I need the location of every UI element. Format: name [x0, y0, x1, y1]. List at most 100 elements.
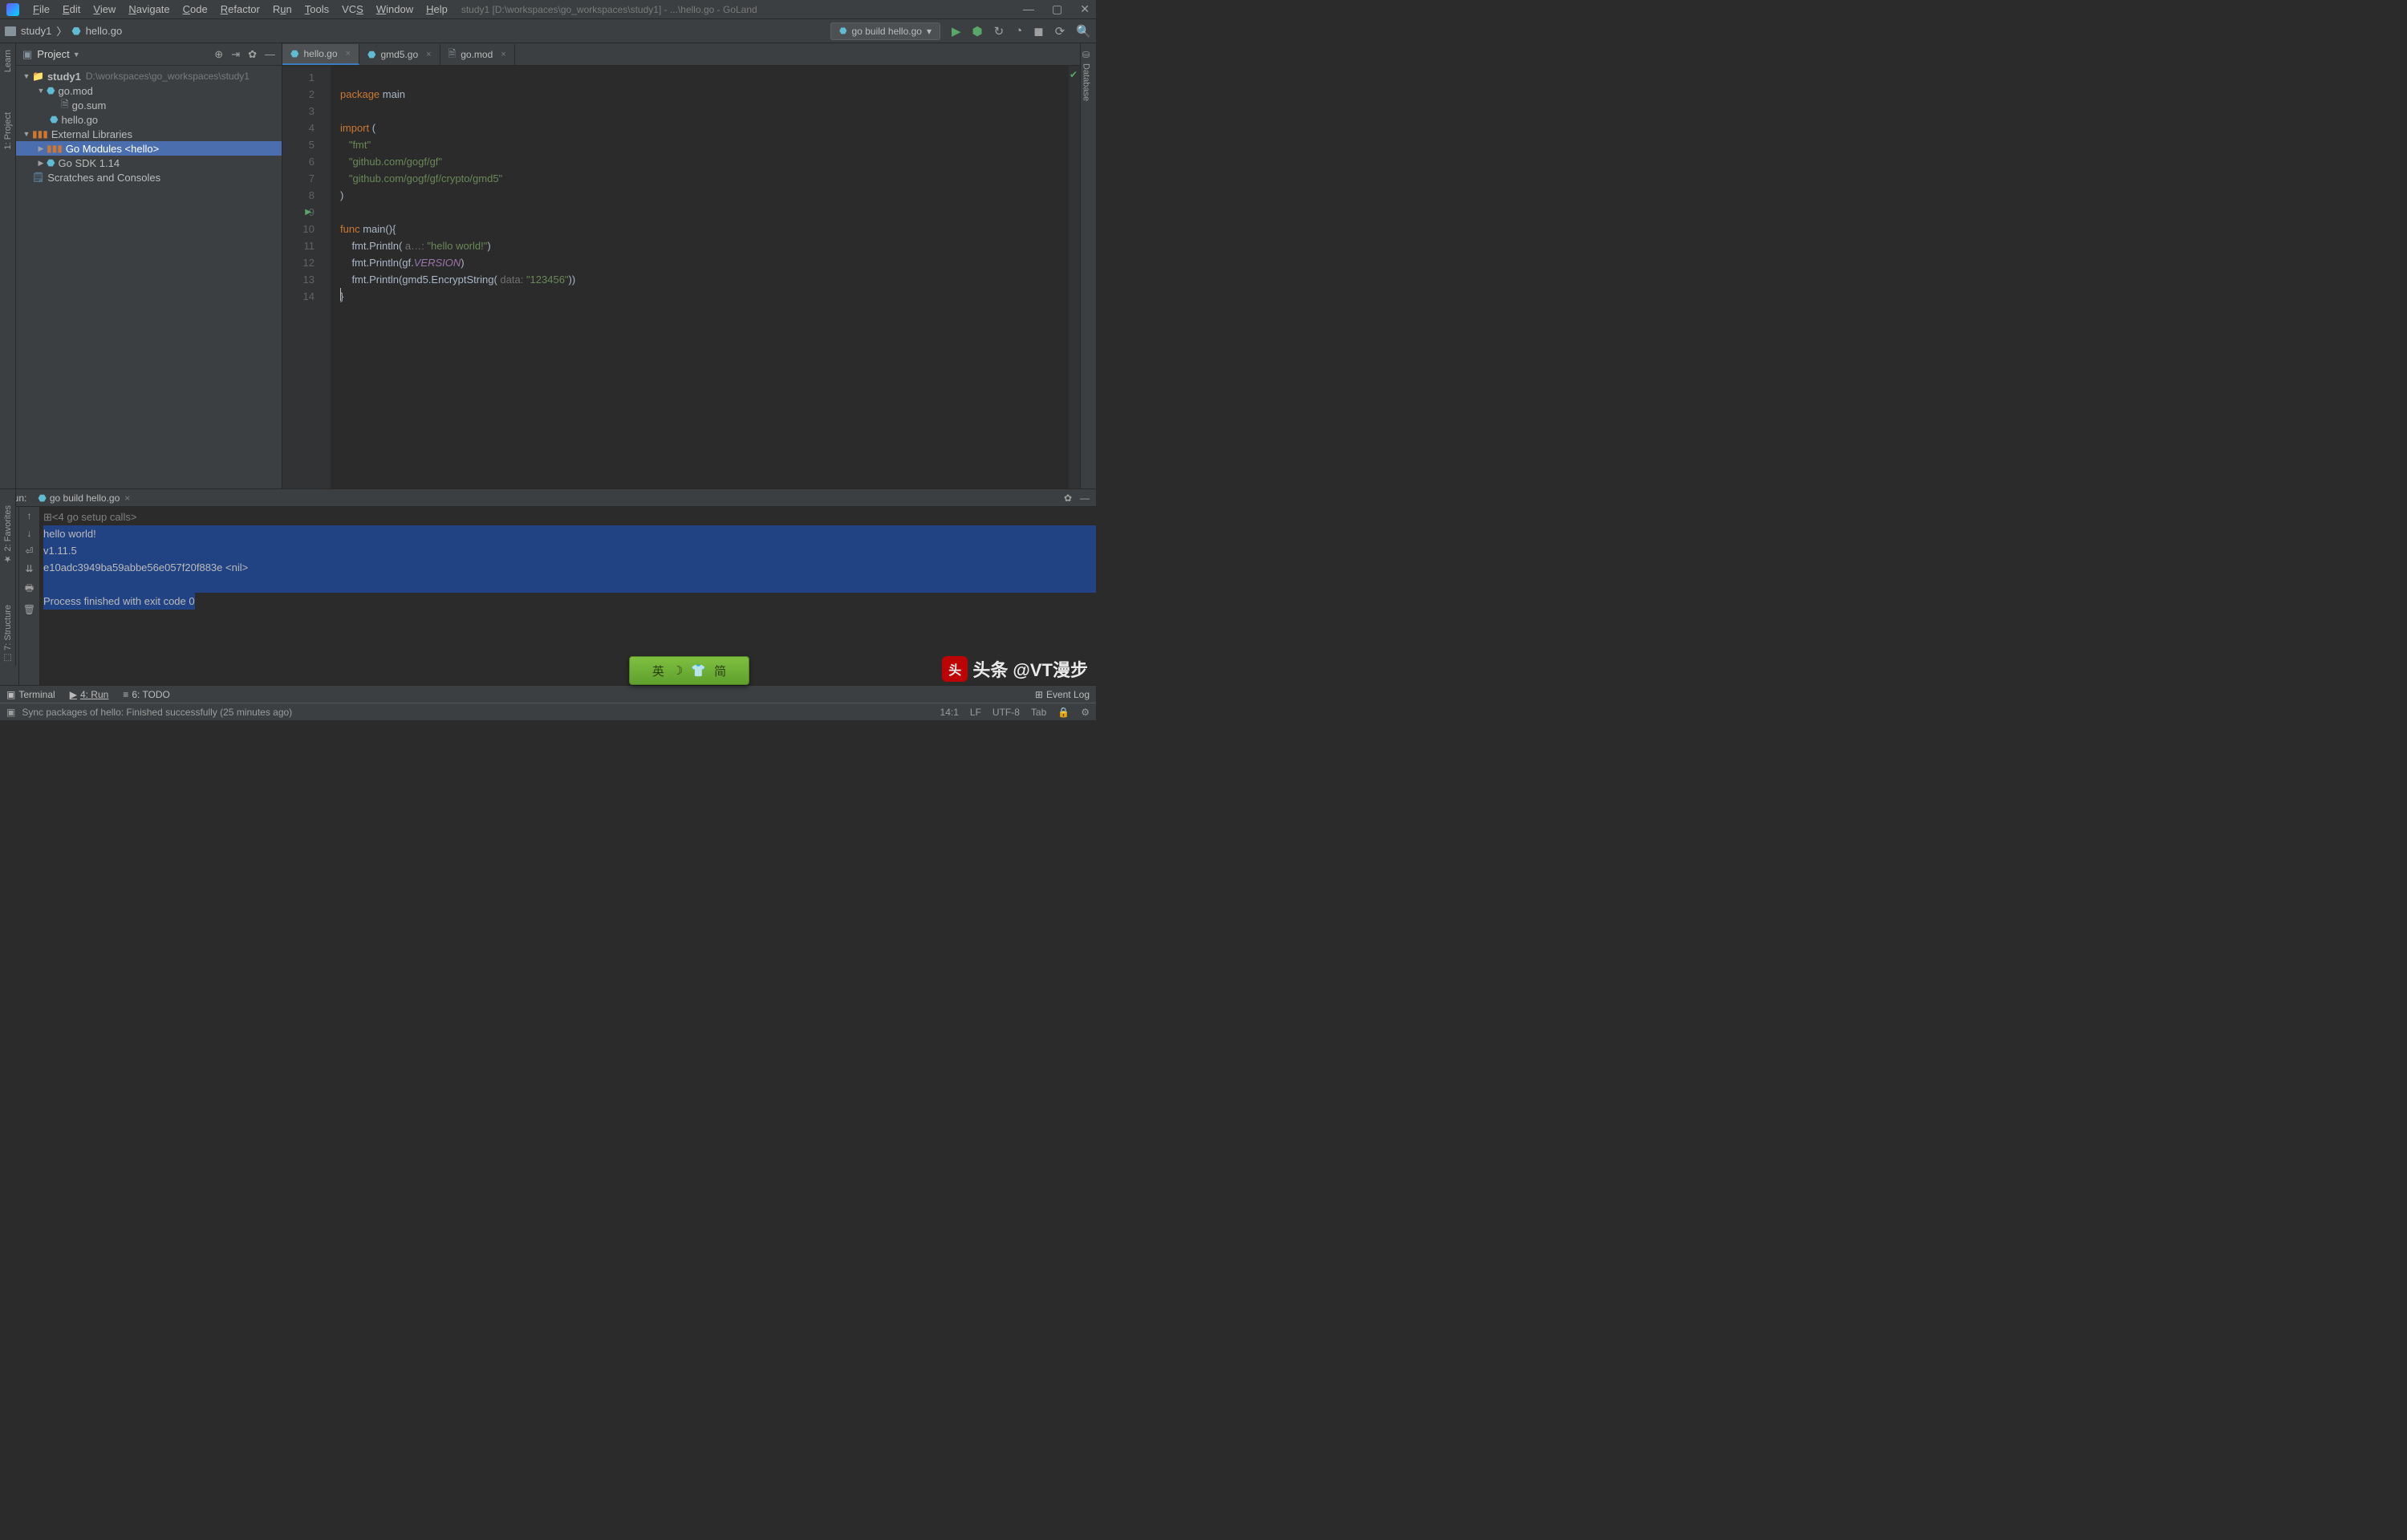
tab-gomod[interactable]: 🗎 go.mod×	[440, 44, 515, 65]
collapse-icon[interactable]: ⇥	[231, 48, 240, 61]
bottom-terminal[interactable]: ▣ Terminal	[6, 689, 55, 700]
breadcrumb-file[interactable]: hello.go	[86, 25, 123, 37]
run-config-selector[interactable]: ⬣ go build hello.go ▾	[830, 22, 940, 40]
close-run-tab-icon[interactable]: ×	[124, 492, 130, 504]
sdk-icon: ⬣	[47, 157, 55, 168]
run-button[interactable]: ▶	[952, 24, 961, 38]
menu-tools[interactable]: Tools	[299, 2, 335, 17]
hide-icon[interactable]: —	[265, 48, 275, 61]
code-content[interactable]: package main import ( "fmt" "github.com/…	[331, 66, 1069, 488]
target-icon[interactable]: ⊕	[214, 48, 223, 61]
project-view-icon: ▣	[22, 48, 32, 61]
run-hide-icon[interactable]: —	[1080, 492, 1090, 504]
bottom-eventlog[interactable]: ⊞ Event Log	[1035, 689, 1090, 700]
folder-icon: 📁	[32, 71, 44, 82]
navbar: study1 〉 ⬣ hello.go ⬣ go build hello.go …	[0, 19, 1096, 43]
menu-window[interactable]: Window	[371, 2, 419, 17]
sidebar-learn[interactable]: Learn	[3, 50, 13, 72]
project-panel: ▣ Project ▼ ⊕ ⇥ ✿ — ▼📁 study1 D:\workspa…	[16, 43, 282, 488]
close-tab-icon[interactable]: ×	[346, 49, 351, 59]
tree-gosum[interactable]: 🗎 go.sum	[16, 98, 282, 112]
sidebar-database[interactable]: ⛁ Database	[1081, 43, 1091, 101]
breadcrumb: study1 〉 ⬣ hello.go	[5, 23, 122, 38]
status-message: Sync packages of hello: Finished success…	[22, 707, 292, 718]
left-tool-strip: Learn 1: Project	[0, 43, 16, 488]
menu-run[interactable]: Run	[267, 2, 298, 17]
tab-hello[interactable]: ⬣ hello.go×	[282, 44, 359, 65]
tree-root-path: D:\workspaces\go_workspaces\study1	[86, 71, 250, 82]
update-button[interactable]: ⟳	[1055, 24, 1065, 38]
run-config-name[interactable]: go build hello.go	[50, 492, 120, 504]
memory-icon[interactable]: ⚙	[1081, 707, 1090, 718]
status-enc[interactable]: UTF-8	[992, 707, 1020, 718]
menu-vcs[interactable]: VCS	[336, 2, 369, 17]
inspection-ok-icon[interactable]: ✔	[1069, 66, 1080, 80]
go-file-icon: ⬣	[71, 25, 80, 38]
sidebar-structure[interactable]: ⬚ 7: Structure	[2, 605, 13, 663]
tab-gmd5[interactable]: ⬣ gmd5.go×	[359, 44, 440, 65]
status-pos[interactable]: 14:1	[940, 707, 959, 718]
status-lf[interactable]: LF	[970, 707, 981, 718]
debug-button[interactable]: ⬢	[972, 24, 983, 38]
print-icon[interactable]: 🖶	[25, 581, 34, 598]
coverage-button[interactable]: ↻	[994, 24, 1005, 38]
main-menu: File Edit View Navigate Code Refactor Ru…	[27, 2, 453, 17]
run-gutter-icon[interactable]: ▶	[305, 204, 311, 221]
sidebar-project[interactable]: 1: Project	[3, 112, 13, 149]
menu-refactor[interactable]: Refactor	[215, 2, 266, 17]
search-button[interactable]: 🔍	[1076, 24, 1091, 38]
close-icon[interactable]: ✕	[1080, 2, 1090, 16]
bottom-todo[interactable]: ≡ 6: TODO	[123, 689, 170, 700]
close-tab-icon[interactable]: ×	[426, 50, 431, 59]
ime-simp[interactable]: 简	[714, 663, 726, 679]
tree-root[interactable]: ▼📁 study1 D:\workspaces\go_workspaces\st…	[16, 69, 282, 83]
lock-icon[interactable]: 🔒	[1057, 707, 1070, 718]
ime-moon-icon[interactable]: ☽	[672, 663, 683, 678]
tree-gosdk[interactable]: ▶⬣ Go SDK 1.14	[16, 156, 282, 170]
statusbar: ▣ Sync packages of hello: Finished succe…	[0, 703, 1096, 720]
tree-hellogo[interactable]: ⬣ hello.go	[16, 112, 282, 127]
tree-extlib[interactable]: ▼▮▮▮ External Libraries	[16, 127, 282, 141]
console-output[interactable]: ⊞<4 go setup calls> hello world! v1.11.5…	[40, 507, 1096, 685]
maximize-icon[interactable]: ▢	[1052, 2, 1062, 16]
chevron-down-icon[interactable]: ▼	[73, 51, 80, 59]
bottom-run[interactable]: ▶ 4: Run	[70, 689, 109, 700]
breadcrumb-root[interactable]: study1	[21, 25, 51, 37]
tree-gomod[interactable]: ▼⬣ go.mod	[16, 83, 282, 98]
up-icon[interactable]: ↑	[27, 510, 32, 521]
settings-icon[interactable]: ✿	[248, 48, 257, 61]
profile-button[interactable]: ◔	[1015, 24, 1022, 38]
ime-lang[interactable]: 英	[652, 663, 664, 679]
ime-shirt-icon[interactable]: 👕	[691, 663, 706, 678]
go-file-icon: ⬣	[50, 114, 58, 125]
status-tab[interactable]: Tab	[1031, 707, 1046, 718]
left-tool-strip-bottom: ★ 2: Favorites ⬚ 7: Structure	[0, 489, 16, 666]
minimize-icon[interactable]: —	[1023, 2, 1034, 16]
sidebar-favorites[interactable]: ★ 2: Favorites	[2, 505, 13, 565]
down-icon[interactable]: ↓	[27, 528, 32, 539]
trash-icon[interactable]: 🗑	[23, 604, 35, 615]
file-icon: 🗎	[449, 47, 457, 63]
menu-view[interactable]: View	[87, 2, 121, 17]
status-toggle-icon[interactable]: ▣	[6, 707, 15, 718]
code-editor[interactable]: 12345678 9▶ 1011121314 package main impo…	[282, 66, 1080, 488]
close-tab-icon[interactable]: ×	[501, 50, 505, 59]
run-settings-icon[interactable]: ✿	[1064, 492, 1072, 504]
menu-file[interactable]: File	[27, 2, 55, 17]
app-logo-icon	[6, 3, 19, 16]
tree-gomodules[interactable]: ▶▮▮▮ Go Modules <hello>	[16, 141, 282, 156]
editor-tabs: ⬣ hello.go× ⬣ gmd5.go× 🗎 go.mod×	[282, 43, 1080, 66]
menu-edit[interactable]: Edit	[57, 2, 86, 17]
menu-code[interactable]: Code	[177, 2, 213, 17]
right-tool-strip: ⛁ Database	[1080, 43, 1096, 488]
tree-scratches[interactable]: 🗒 Scratches and Consoles	[16, 170, 282, 184]
scroll-icon[interactable]: ⇊	[25, 563, 33, 574]
menu-help[interactable]: Help	[420, 2, 453, 17]
project-title[interactable]: Project	[37, 48, 69, 60]
editor-area: ⬣ hello.go× ⬣ gmd5.go× 🗎 go.mod× 1234567…	[282, 43, 1080, 488]
wrap-icon[interactable]: ⏎	[25, 545, 33, 557]
ime-toolbar[interactable]: 英 ☽ 👕 简	[629, 656, 749, 685]
menu-navigate[interactable]: Navigate	[123, 2, 175, 17]
project-header: ▣ Project ▼ ⊕ ⇥ ✿ —	[16, 43, 282, 66]
stop-button[interactable]: ◼	[1033, 24, 1043, 38]
